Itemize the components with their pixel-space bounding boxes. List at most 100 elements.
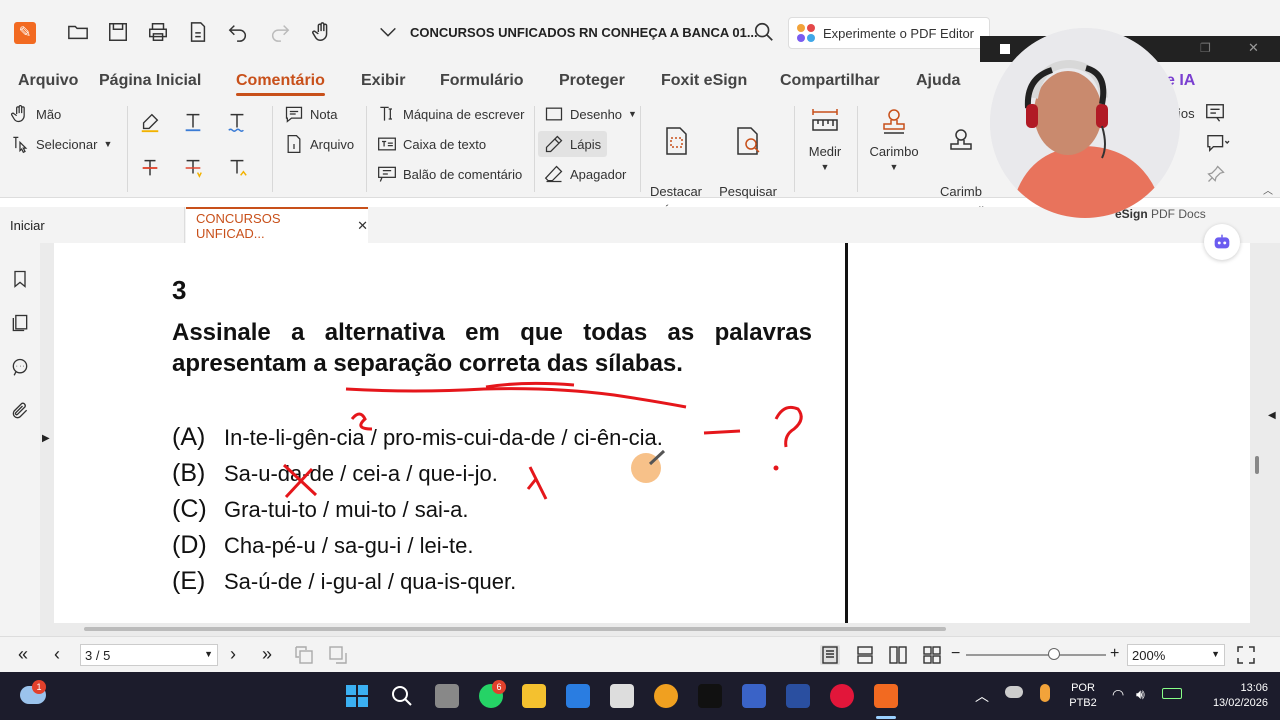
collapse-ribbon-icon[interactable]: ︿ (1263, 182, 1273, 197)
hand-tool-dropdown-icon[interactable] (310, 20, 334, 44)
comments-panel-icon[interactable] (10, 357, 30, 377)
squiggly-text-icon[interactable] (225, 110, 249, 134)
tab-pagina-inicial[interactable]: Página Inicial (99, 72, 201, 90)
underline-annotation[interactable] (485, 381, 575, 389)
replace-text-icon[interactable] (181, 156, 205, 180)
file-explorer-icon[interactable] (522, 684, 546, 708)
store-icon[interactable] (566, 684, 590, 708)
search-icon[interactable] (390, 684, 414, 708)
close-window-icon[interactable]: ✕ (1248, 40, 1259, 56)
strikeout-text-icon[interactable] (138, 156, 162, 180)
underline-annotation[interactable] (345, 387, 687, 409)
writer-icon[interactable] (742, 684, 766, 708)
tab-ajuda[interactable]: Ajuda (916, 72, 960, 90)
clock[interactable]: 13:06 13/02/2026 (1194, 681, 1268, 711)
tab-compartilhar[interactable]: Compartilhar (780, 72, 880, 90)
previous-view-icon[interactable] (294, 645, 314, 665)
horizontal-scrollbar[interactable] (84, 627, 946, 631)
recorder-icon[interactable] (830, 684, 854, 708)
language-indicator[interactable]: POR PTB2 (1062, 681, 1104, 711)
highlight-icon[interactable] (138, 110, 162, 134)
attach-file-button[interactable]: Arquivo (284, 134, 354, 154)
insert-text-icon[interactable] (225, 156, 249, 180)
expand-panel-icon[interactable]: ▶ (42, 433, 50, 444)
close-tab-icon[interactable]: ✕ (357, 218, 368, 234)
onedrive-icon[interactable] (1005, 686, 1023, 698)
previous-page-icon[interactable]: ‹ (54, 645, 74, 665)
microphone-icon[interactable] (1040, 684, 1050, 702)
pages-icon[interactable] (10, 313, 30, 333)
note-button[interactable]: Nota (284, 104, 337, 124)
document-properties-icon[interactable] (186, 20, 210, 44)
typewriter-button[interactable]: Máquina de escrever (377, 104, 524, 124)
save-icon[interactable] (106, 20, 130, 44)
bookmark-icon[interactable] (10, 269, 30, 289)
chrome-icon[interactable] (654, 684, 678, 708)
underline-text-icon[interactable] (181, 110, 205, 134)
open-folder-icon[interactable] (66, 20, 90, 44)
last-page-icon[interactable]: » (262, 645, 282, 665)
chevron-up-icon[interactable]: ︿ (975, 686, 989, 706)
battery-icon[interactable] (1162, 688, 1182, 699)
wifi-icon[interactable]: ◠ (1112, 686, 1124, 703)
page-number-field[interactable]: 3 / 5 ▼ (80, 644, 218, 666)
foxit-reader-icon[interactable] (874, 684, 898, 708)
cross-mark-annotation[interactable] (526, 466, 548, 500)
zoom-level-field[interactable]: 200% ▼ (1127, 644, 1225, 666)
vertical-scrollbar[interactable] (1255, 456, 1259, 474)
presentation-icon[interactable] (786, 684, 810, 708)
tab-arquivo[interactable]: Arquivo (18, 72, 78, 90)
try-pdf-editor-button[interactable]: Experimente o PDF Editor (788, 17, 990, 49)
zoom-slider-track[interactable] (966, 654, 1106, 656)
comment-settings-icon[interactable] (1204, 132, 1232, 154)
textbox-button[interactable]: Caixa de texto (377, 134, 486, 154)
tab-formulario[interactable]: Formulário (440, 72, 524, 90)
stamp-button[interactable]: Carimbo ▼ (864, 106, 924, 172)
dash-annotation[interactable] (703, 429, 741, 435)
fullscreen-icon[interactable] (1236, 645, 1256, 665)
tab-foxit-esign[interactable]: Foxit eSign (661, 72, 747, 90)
tab-proteger[interactable]: Proteger (559, 72, 625, 90)
stop-icon[interactable] (1000, 44, 1010, 54)
right-panel-toggle-icon[interactable]: ◀ (1268, 410, 1276, 421)
option-letter: (B) (172, 459, 206, 487)
highlight-area-button[interactable]: Destacar Área (646, 106, 706, 222)
continuous-facing-view-icon[interactable] (922, 645, 942, 665)
pin-icon[interactable] (1206, 164, 1226, 184)
single-page-view-icon[interactable] (820, 645, 840, 665)
pencil-button[interactable]: Lápis (538, 131, 608, 157)
summarize-comments-icon[interactable] (1204, 102, 1226, 124)
first-page-icon[interactable]: « (18, 645, 38, 665)
custom-stamp-button[interactable]: Carimb Personalizad (930, 106, 992, 222)
attachments-icon[interactable] (10, 401, 30, 421)
zoom-slider-thumb[interactable] (1048, 648, 1061, 660)
eraser-button[interactable]: Apagador (544, 164, 626, 184)
restore-window-icon[interactable]: ❐ (1200, 41, 1211, 55)
search-icon[interactable] (752, 20, 776, 44)
measure-button[interactable]: Medir ▼ (800, 106, 850, 172)
notepad-icon[interactable] (610, 684, 634, 708)
hand-tool-button[interactable]: Mão (10, 104, 61, 124)
volume-icon[interactable]: 🔊︎ (1136, 686, 1145, 703)
select-tool-button[interactable]: Selecionar ▼ (10, 134, 112, 154)
undo-icon[interactable] (226, 20, 250, 44)
task-view-icon[interactable] (435, 684, 459, 708)
start-icon[interactable] (345, 684, 369, 708)
question-mark-annotation[interactable] (774, 405, 803, 448)
print-icon[interactable] (146, 20, 170, 44)
drawing-dropdown[interactable]: Desenho ▼ (544, 104, 637, 124)
tab-exibir[interactable]: Exibir (361, 72, 405, 90)
search-highlight-button[interactable]: Pesquisar & Destaque (710, 106, 786, 222)
tab-start[interactable]: Iniciar (0, 207, 185, 243)
chevron-down-icon[interactable] (376, 20, 400, 44)
tab-comentario[interactable]: Comentário (236, 72, 325, 96)
continuous-view-icon[interactable] (855, 645, 875, 665)
affinity-icon[interactable] (698, 684, 722, 708)
next-view-icon[interactable] (328, 645, 348, 665)
tab-current-document[interactable]: CONCURSOS UNFICAD... ✕ (186, 207, 368, 243)
redo-icon[interactable] (268, 20, 292, 44)
facing-view-icon[interactable] (888, 645, 908, 665)
next-page-icon[interactable]: › (230, 645, 250, 665)
callout-button[interactable]: Balão de comentário (377, 164, 522, 184)
ai-assistant-button[interactable] (1204, 224, 1240, 260)
